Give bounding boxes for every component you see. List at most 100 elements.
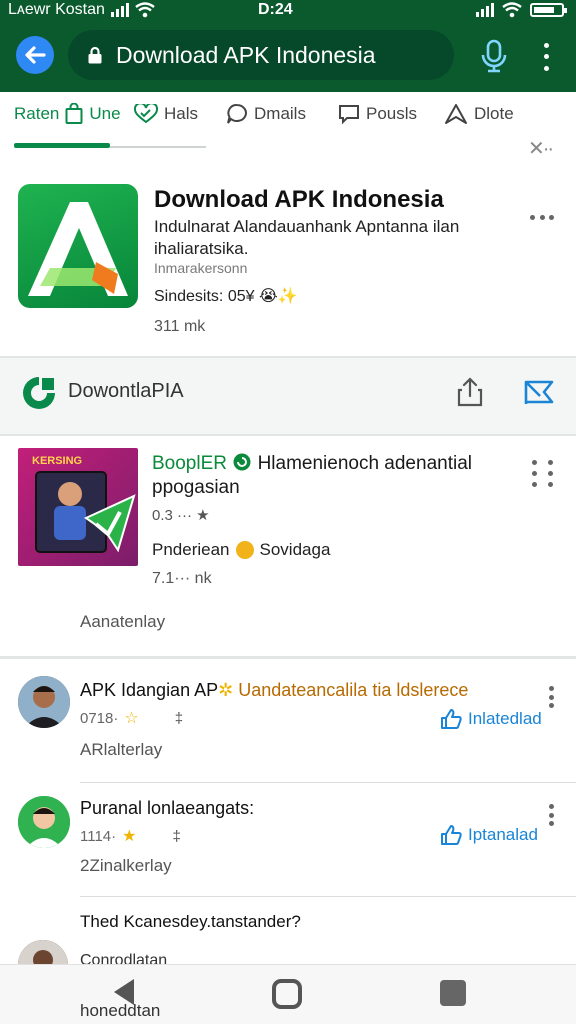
review-divider	[80, 782, 576, 783]
app-details-card: Download APK Indonesia Indulnarat Alanda…	[0, 160, 576, 356]
download-label[interactable]: DowontlaPIA	[68, 380, 184, 403]
promo-more-options-button[interactable]	[532, 460, 556, 487]
arrow-left-icon	[25, 46, 46, 64]
promo-link[interactable]: Aanatenlay	[80, 612, 165, 632]
promo-author-secondary: Sovidaga	[259, 540, 331, 559]
wifi-icon	[135, 2, 155, 18]
voice-search-button[interactable]	[478, 38, 510, 74]
tab-dlote[interactable]: Dlote	[444, 100, 514, 128]
active-tab-indicator	[14, 143, 110, 148]
app-icon[interactable]	[18, 184, 138, 308]
back-button[interactable]	[16, 36, 54, 74]
lock-icon	[88, 46, 102, 64]
tab-track	[110, 146, 206, 148]
bookmark-flag-icon[interactable]	[522, 376, 556, 408]
person-icon	[18, 796, 70, 848]
app-developer[interactable]: Inmarakersonn	[154, 260, 247, 276]
star-icon: ☆	[124, 710, 139, 727]
review-title: APK Idangian AP✲ Uandateancalila tia lds…	[80, 680, 468, 701]
app-logo-icon	[28, 202, 128, 296]
promo-thumbnail[interactable]: KERSING	[18, 448, 138, 566]
review-more-options-button[interactable]	[548, 804, 554, 826]
tab-label: Dmails	[254, 104, 306, 123]
promo-author-row: Pnderiean Sovidaga	[152, 540, 330, 560]
app-title: Download APK Indonesia	[154, 186, 444, 213]
status-left: Lᴀewr Kostan	[8, 0, 155, 20]
nav-recents-icon[interactable]	[440, 980, 466, 1006]
close-icon[interactable]: ✕··	[528, 136, 554, 161]
avatar[interactable]	[18, 796, 70, 848]
review-rating: 1114·	[80, 827, 117, 845]
avatar[interactable]	[18, 676, 70, 728]
download-row: DowontlaPIA	[0, 358, 576, 434]
review-like-button[interactable]: Iptanalad	[440, 824, 538, 846]
signal-strength-icon	[476, 3, 494, 17]
browser-toolbar: Download APK Indonesia	[0, 20, 576, 92]
promo-author: Pnderiean	[152, 540, 230, 559]
overflow-menu-button[interactable]	[534, 40, 558, 74]
shopping-bag-icon	[65, 103, 83, 124]
promo-title-highlight: BooplER	[152, 453, 227, 474]
review-item: APK Idangian AP✲ Uandateancalila tia lds…	[0, 662, 576, 780]
tab-raten[interactable]: Raten Une	[14, 100, 121, 128]
review-divider	[80, 896, 576, 897]
app-size: 311 mk	[154, 318, 206, 335]
system-navigation-bar: honeddtan	[0, 964, 576, 1024]
battery-icon	[530, 3, 567, 17]
review-more-options-button[interactable]	[548, 686, 554, 708]
share-icon[interactable]	[456, 376, 484, 408]
tab-label: Dlote	[474, 104, 514, 123]
carrier-name: Lᴀewr Kostan	[8, 1, 105, 18]
review-meta: 0718· ☆ ‡	[80, 708, 183, 728]
status-right	[476, 0, 567, 20]
signal-icon	[110, 3, 129, 17]
star-icon: ✲	[218, 680, 234, 700]
promo-size: 7.1··· nk	[152, 570, 212, 587]
chat-bubble-icon	[227, 104, 247, 124]
review-title: Puranal lonlaeangats:	[80, 798, 254, 819]
promo-image-text: KERSING	[32, 455, 82, 467]
comment-icon	[339, 105, 359, 125]
review-action-label: Inlatedlad	[468, 709, 542, 728]
review-rating: 0718·	[80, 709, 119, 727]
address-bar[interactable]: Download APK Indonesia	[68, 30, 454, 80]
heart-icon	[134, 104, 158, 124]
promo-title: BooplER Hlamenienoch adenantial ppogasia…	[152, 452, 512, 500]
tab-hals[interactable]: Hals	[134, 100, 198, 128]
status-time: D:24	[258, 1, 293, 18]
person-icon	[18, 676, 70, 728]
tab-label: Raten	[14, 104, 60, 123]
review-title-text: Puranal lonlaeangats:	[80, 798, 255, 818]
pin-icon: ‡	[172, 827, 181, 845]
star-icon: ★	[122, 828, 137, 845]
coin-icon	[235, 541, 254, 559]
review-like-button[interactable]: Inlatedlad	[440, 708, 542, 730]
tab-pousls[interactable]: Pousls	[338, 100, 417, 128]
question-text: Thed Kcanesdey.tanstander?	[80, 912, 301, 931]
nav-caption: honeddtan	[80, 1001, 161, 1020]
review-subtitle: ARlalterlay	[80, 740, 163, 759]
download-logo-icon	[23, 377, 55, 409]
review-action-label: Iptanalad	[468, 825, 538, 844]
section-divider	[0, 656, 576, 659]
nav-home-icon[interactable]	[272, 979, 302, 1009]
review-title-text: APK Idangian AP	[80, 680, 219, 700]
review-title-highlight: Uandateancalila tia ldslerece	[238, 680, 469, 700]
tab-label-secondary: Une	[89, 104, 121, 123]
thumbs-up-icon	[441, 709, 462, 729]
promo-illustration: KERSING	[32, 455, 136, 553]
microphone-icon	[481, 39, 507, 73]
tab-label: Pousls	[366, 104, 418, 123]
tab-label: Hals	[164, 104, 199, 123]
promo-rating: 0.3 ··· ★	[152, 507, 210, 524]
app-more-options-button[interactable]	[530, 212, 554, 222]
thumbs-up-icon	[441, 825, 462, 845]
review-item: Puranal lonlaeangats: 1114· ★ ‡ Iptanala…	[0, 784, 576, 896]
pin-icon: ‡	[174, 709, 184, 727]
send-icon	[445, 104, 467, 124]
review-subtitle: 2Zinalkerlay	[80, 856, 172, 875]
address-bar-title: Download APK Indonesia	[116, 41, 376, 68]
promo-card[interactable]: KERSING BooplER Hlamenienoch adenantial …	[0, 436, 576, 656]
tab-bar: Raten Une Hals Dmails Pousls Dlote	[0, 92, 576, 150]
tab-dmails[interactable]: Dmails	[226, 100, 306, 128]
